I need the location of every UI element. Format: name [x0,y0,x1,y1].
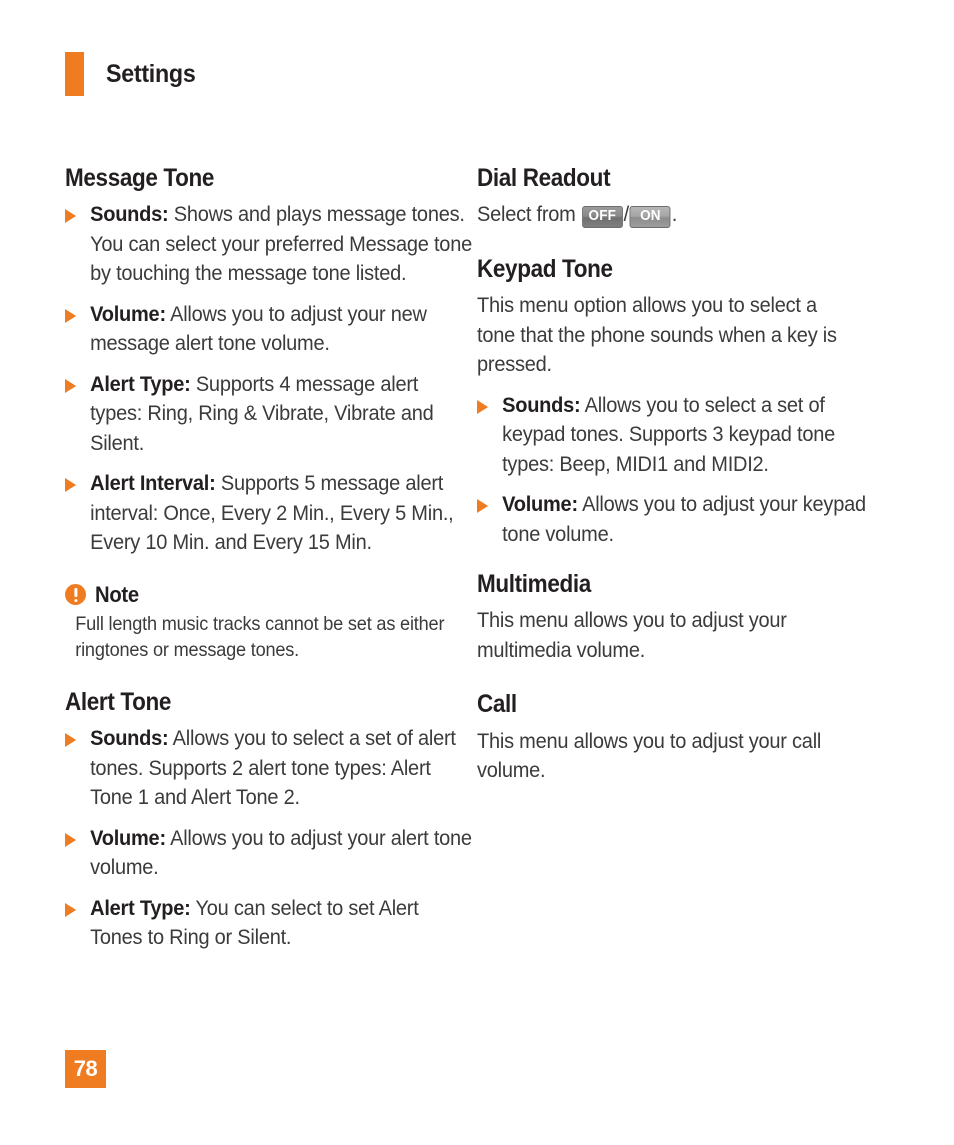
bullet-label: Sounds: [90,202,169,227]
keypad-tone-intro: This menu option allows you to select a … [477,293,837,376]
section-call: Call This menu allows you to adjust your… [477,691,862,785]
note-title: Note [95,581,139,607]
list-item: Alert Interval: Supports 5 message alert… [65,469,473,558]
list-item: Volume: Allows you to adjust your alert … [65,824,473,883]
section-alert-tone: Alert Tone Sounds: Allows you to select … [65,687,472,953]
section-keypad-tone: Keypad Tone This menu option allows you … [477,254,866,550]
list-item: Alert Type: You can select to set Alert … [65,894,473,953]
triangle-bullet-icon [65,832,77,847]
triangle-bullet-icon [65,209,77,224]
bullet-label: Sounds: [90,726,169,750]
triangle-bullet-icon [65,478,77,493]
dial-readout-prefix: Select from [477,202,581,227]
note-header: Note [65,582,450,608]
bullet-label: Alert Interval: [90,471,216,496]
dial-readout-suffix: . [671,202,678,227]
exclamation-circle-icon [65,584,86,606]
triangle-bullet-icon [65,308,77,323]
list-item: Sounds: Allows you to select a set of al… [65,724,473,813]
header-accent-bar [65,52,84,96]
triangle-bullet-icon [65,902,77,917]
status-badge-on: ON [629,206,671,229]
section-title-keypad-tone: Keypad Tone [477,254,613,283]
section-dial-readout: Dial Readout Select from OFF / ON. [477,165,862,230]
bullet-list-keypad-tone: Sounds: Allows you to select a set of ke… [477,391,866,550]
dial-readout-text: Select from OFF / ON. [477,200,860,230]
left-column: Message Tone Sounds: Shows and plays mes… [65,164,472,953]
bullet-list-message-tone: Sounds: Shows and plays message tones. Y… [65,200,472,558]
list-item: Alert Type: Supports 4 message alert typ… [65,370,473,459]
section-title-multimedia: Multimedia [477,570,591,598]
section-multimedia: Multimedia This menu allows you to adjus… [477,571,862,665]
section-message-tone: Message Tone Sounds: Shows and plays mes… [65,164,472,663]
bullet-label: Volume: [90,825,166,850]
triangle-bullet-icon [477,399,489,414]
note-body: Full length music tracks cannot be set a… [75,612,445,661]
status-badge-off: OFF [581,206,623,229]
right-column: Dial Readout Select from OFF / ON. Keypad … [477,165,866,786]
list-item: Volume: Allows you to adjust your new me… [65,300,473,359]
bullet-label: Volume: [90,301,166,326]
bullet-label: Volume: [502,492,578,516]
section-title-message-tone: Message Tone [65,164,215,192]
triangle-bullet-icon [65,733,77,747]
badge-separator: / [623,202,630,227]
section-title-dial-readout: Dial Readout [477,164,611,192]
page-header: Settings [65,52,202,96]
list-item: Volume: Allows you to adjust your keypad… [477,490,885,549]
page-title: Settings [106,59,196,88]
multimedia-text: This menu allows you to adjust your mult… [477,608,787,662]
note-block: Note Full length music tracks cannot be … [65,582,450,663]
page-number-badge: 78 [65,1050,106,1088]
list-item: Sounds: Allows you to select a set of ke… [477,391,885,480]
bullet-label: Alert Type: [90,371,191,396]
list-item: Sounds: Shows and plays message tones. Y… [65,200,473,289]
bullet-label: Sounds: [502,392,581,417]
bullet-list-alert-tone: Sounds: Allows you to select a set of al… [65,724,472,953]
triangle-bullet-icon [65,378,77,393]
call-text: This menu allows you to adjust your call… [477,728,822,783]
section-title-call: Call [477,690,517,719]
triangle-bullet-icon [477,499,489,513]
section-title-alert-tone: Alert Tone [65,687,171,716]
bullet-label: Alert Type: [90,895,191,920]
